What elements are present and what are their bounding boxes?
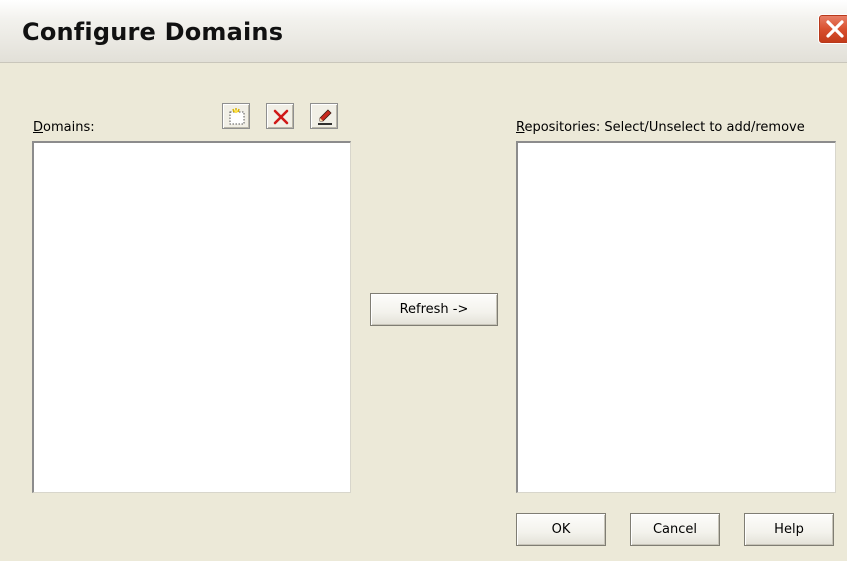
dialog-title: Configure Domains — [22, 18, 284, 46]
domains-list[interactable] — [32, 141, 351, 493]
new-domain-icon — [229, 108, 245, 125]
edit-domain-button[interactable] — [310, 103, 338, 129]
configure-domains-dialog: Configure Domains Domains: Refresh -> Re… — [0, 0, 847, 561]
repositories-label: Repositories: Select/Unselect to add/rem… — [516, 120, 805, 135]
title-bar: Configure Domains — [0, 0, 847, 63]
domains-label: Domains: — [33, 120, 95, 135]
delete-x-icon — [273, 109, 289, 125]
help-button[interactable]: Help — [744, 513, 834, 546]
delete-domain-button[interactable] — [266, 103, 294, 129]
repositories-list[interactable] — [516, 141, 836, 493]
new-domain-button[interactable] — [222, 103, 250, 129]
ok-button[interactable]: OK — [516, 513, 606, 546]
refresh-button[interactable]: Refresh -> — [370, 293, 498, 326]
edit-pencil-icon — [318, 109, 332, 125]
close-button[interactable] — [818, 14, 847, 44]
close-icon — [826, 20, 844, 38]
cancel-button[interactable]: Cancel — [630, 513, 720, 546]
